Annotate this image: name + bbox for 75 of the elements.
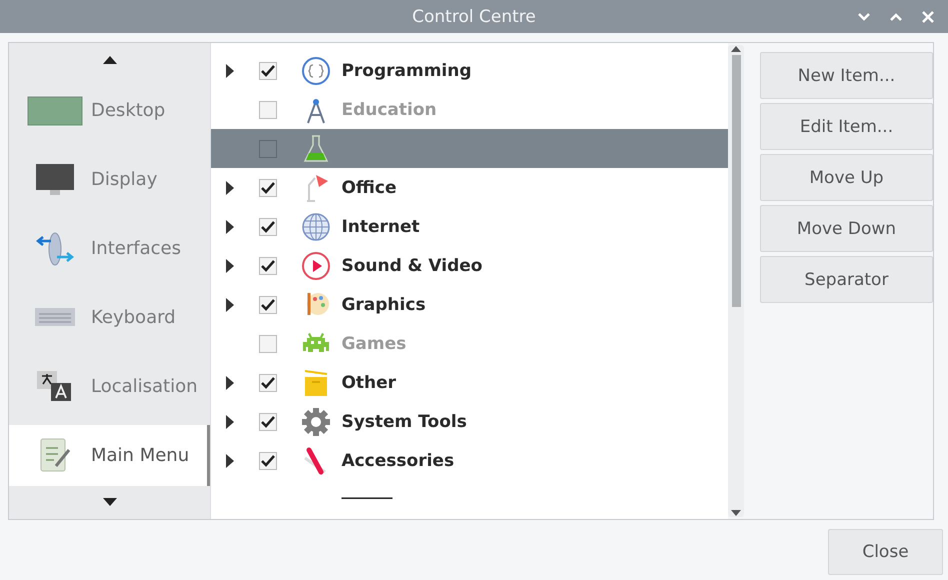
checkbox[interactable] [259,140,278,158]
scroll-up-arrow[interactable] [102,54,118,65]
gear-icon [301,406,332,436]
expander-icon[interactable] [226,454,234,468]
scroll-down-arrow[interactable] [102,497,118,508]
minimize-chevron-icon[interactable] [857,12,871,22]
scrollbar-thumb[interactable] [732,55,741,307]
sidebar-item[interactable]: Display [9,145,210,214]
sidebar-item-label: Desktop [91,100,166,122]
menu-label: Other [341,372,396,392]
play-icon [301,250,332,280]
action-button[interactable]: Move Down [760,205,933,252]
scrollbar[interactable] [728,45,744,517]
expander-icon[interactable] [226,414,234,428]
globe-icon [301,212,332,242]
keyboard-icon [34,306,76,329]
sidebar-item[interactable]: Interfaces [9,214,210,284]
sidebar-item[interactable]: Keyboard [9,283,210,352]
expander-icon[interactable] [226,298,234,312]
sidebar-item-label: Localisation [91,376,198,398]
menu-tree-row[interactable]: Other [211,363,728,402]
menu-label: Internet [341,216,420,236]
menu-tree-row[interactable]: Internet [211,207,728,246]
clipboard-icon [38,436,72,474]
close-icon[interactable] [922,11,934,23]
menu-label: Programming [341,60,472,80]
menu-label: Office [341,178,396,198]
braces-icon [301,56,332,86]
checkbox[interactable] [259,256,278,274]
expander-icon[interactable] [226,180,234,194]
menu-tree-row[interactable]: Programming [211,51,728,90]
checkbox[interactable] [259,178,278,196]
expander-icon[interactable] [226,376,234,390]
menu-tree-row[interactable]: Accessories [211,441,728,480]
action-button[interactable]: Edit Item... [760,103,933,150]
menu-tree-row[interactable]: Graphics [211,285,728,324]
separator-label[interactable]: ______ [341,480,392,500]
menu-tree-row[interactable]: Sound & Video [211,246,728,285]
monitor-icon [35,162,75,197]
checkbox[interactable] [259,100,278,118]
action-button[interactable]: New Item... [760,52,933,99]
expander-icon[interactable] [226,220,234,234]
sidebar-item-label: Keyboard [91,307,176,328]
checkbox[interactable] [259,334,278,352]
sidebar-item-label: Main Menu [91,444,190,466]
expander-icon[interactable] [226,64,234,78]
checkbox[interactable] [259,296,278,314]
menu-label: Sound & Video [341,256,482,276]
maximize-chevron-icon[interactable] [889,12,903,22]
sidebar-item[interactable]: Localisation [9,352,210,422]
window-title: Control Centre [412,6,536,26]
menu-label: Graphics [341,294,426,314]
menu-tree-row[interactable]: System Tools [211,402,728,441]
menu-label: Accessories [341,450,454,470]
checkbox[interactable] [259,374,278,392]
sidebar-item-label: Interfaces [91,238,181,260]
sidebar-item[interactable]: Desktop [9,76,210,146]
menu-tree-row[interactable]: Office [211,168,728,207]
menu-label: Games [341,334,406,354]
sidebar-item[interactable]: Main Menu [9,425,210,486]
scroll-down-arrow[interactable] [730,509,742,517]
checkbox[interactable] [259,452,278,470]
sidebar-item-label: Display [91,169,158,190]
scroll-up-arrow[interactable] [730,45,742,53]
close-button[interactable]: Close [828,529,943,575]
menu-label: Education [341,100,437,120]
checkbox[interactable] [259,62,278,80]
checkbox[interactable] [259,412,278,430]
checkbox[interactable] [259,218,278,236]
desktop-icon [27,94,83,127]
action-button[interactable]: Separator [760,256,933,303]
menu-label: System Tools [341,412,467,432]
action-button[interactable]: Move Up [760,154,933,201]
network-arrows-icon [35,230,75,267]
expander-icon[interactable] [226,258,234,272]
